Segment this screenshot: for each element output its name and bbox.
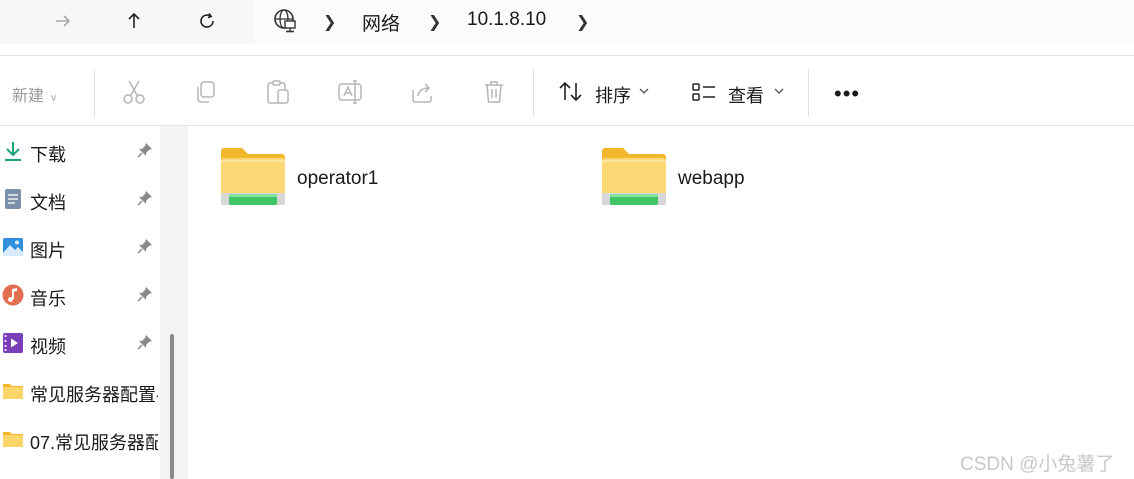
network-share-folder-icon	[602, 148, 666, 205]
watermark: CSDN @小兔薯了	[960, 454, 1115, 475]
sidebar-item-folder[interactable]: 常见服务器配置-	[0, 372, 160, 412]
folder-icon	[3, 432, 23, 447]
folder-icon	[3, 384, 23, 399]
sidebar-item-folder[interactable]: 07.常见服务器配	[0, 420, 160, 460]
sort-icon[interactable]	[557, 78, 585, 106]
refresh-icon	[200, 13, 214, 28]
divider	[94, 69, 95, 117]
refresh-button[interactable]	[189, 4, 225, 38]
command-bar: 新建 ∨ 排序 查看 •••	[0, 56, 1134, 126]
pin-icon[interactable]	[137, 238, 153, 254]
download-icon	[5, 142, 21, 161]
sidebar-item-documents[interactable]: 文档	[0, 180, 160, 220]
more-options-button[interactable]: •••	[834, 81, 860, 107]
picture-icon	[3, 238, 23, 256]
new-label: 新建	[12, 88, 45, 105]
folder-item[interactable]: operator1	[220, 146, 560, 216]
cut-icon[interactable]	[120, 78, 148, 106]
breadcrumb-network[interactable]: 网络	[362, 9, 400, 36]
navigation-pane: 下载 文档 图片 音乐 视频 常见服务器配置- 07.常见服务器配	[0, 126, 160, 479]
video-icon	[3, 333, 23, 353]
forward-button[interactable]	[45, 4, 81, 38]
arrow-right-icon	[56, 15, 71, 27]
folder-name[interactable]: operator1	[297, 168, 378, 190]
paste-icon[interactable]	[264, 78, 292, 106]
pin-icon[interactable]	[137, 190, 153, 206]
sidebar-item-label: 常见服务器配置-	[30, 385, 158, 405]
sidebar-item-pictures[interactable]: 图片	[0, 228, 160, 268]
sidebar-item-videos[interactable]: 视频	[0, 324, 160, 364]
divider	[808, 69, 809, 117]
scrollbar[interactable]	[160, 126, 188, 479]
address-bar: ❯ 网络 ❯ 10.1.8.10 ❯	[0, 0, 1134, 44]
network-globe-icon	[274, 9, 296, 33]
folder-item[interactable]: webapp	[601, 146, 941, 216]
view-button[interactable]: 查看	[728, 82, 764, 108]
chevron-down-icon	[774, 88, 784, 94]
new-button[interactable]: 新建 ∨	[12, 82, 57, 106]
rename-icon[interactable]	[336, 78, 364, 106]
network-share-folder-icon	[221, 148, 285, 205]
divider	[533, 69, 534, 117]
pin-icon[interactable]	[137, 286, 153, 302]
document-icon	[5, 189, 21, 209]
chevron-right-icon[interactable]: ❯	[576, 12, 589, 32]
sidebar-item-music[interactable]: 音乐	[0, 276, 160, 316]
sort-button[interactable]: 排序	[595, 82, 631, 108]
pin-icon[interactable]	[137, 142, 153, 158]
folder-name[interactable]: webapp	[678, 168, 745, 190]
file-view: operator1 webapp	[188, 126, 1134, 479]
delete-icon[interactable]	[480, 78, 508, 106]
chevron-right-icon[interactable]: ❯	[428, 12, 441, 32]
share-icon[interactable]	[408, 78, 436, 106]
breadcrumb-host[interactable]: 10.1.8.10	[467, 9, 546, 31]
scrollbar-thumb[interactable]	[170, 334, 174, 479]
music-icon	[2, 284, 24, 306]
copy-icon[interactable]	[192, 78, 220, 106]
chevron-down-icon: ∨	[50, 93, 58, 104]
up-button[interactable]	[116, 4, 152, 38]
sidebar-item-label: 07.常见服务器配	[30, 433, 158, 453]
pin-icon[interactable]	[137, 334, 153, 350]
view-list-icon[interactable]	[690, 78, 718, 106]
sidebar-item-downloads[interactable]: 下载	[0, 132, 160, 172]
chevron-right-icon[interactable]: ❯	[323, 12, 336, 32]
chevron-down-icon	[639, 88, 649, 94]
arrow-up-icon	[128, 12, 140, 28]
